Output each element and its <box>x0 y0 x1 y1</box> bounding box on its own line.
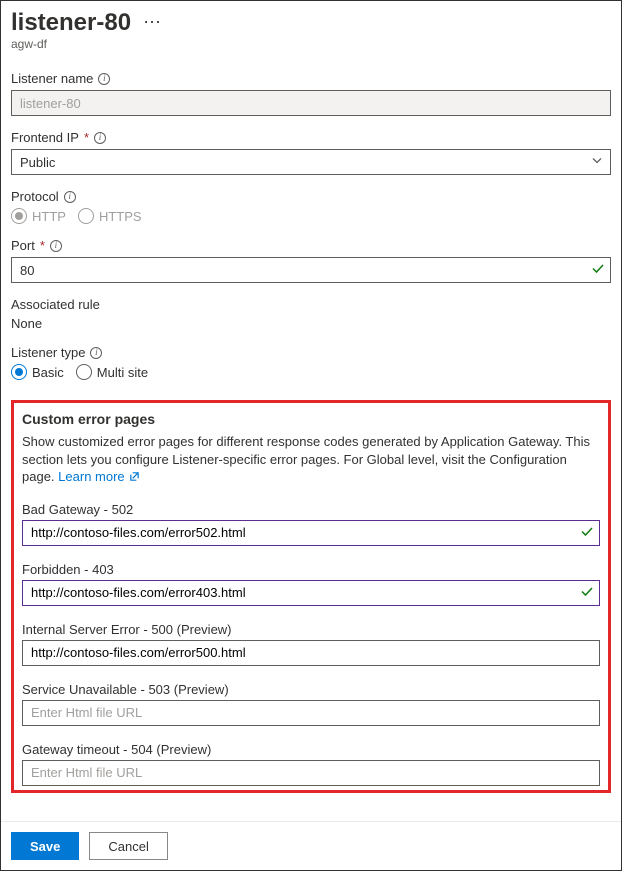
port-label: Port <box>11 238 35 253</box>
protocol-https-radio: HTTPS <box>78 208 142 224</box>
protocol-label: Protocol <box>11 189 59 204</box>
error-page-field: Forbidden - 403 <box>22 562 600 606</box>
listener-name-label: Listener name <box>11 71 93 86</box>
custom-error-pages-section: Custom error pages Show customized error… <box>11 400 611 793</box>
info-icon[interactable]: i <box>50 240 62 252</box>
error-page-field: Gateway timeout - 504 (Preview) <box>22 742 600 786</box>
info-icon[interactable]: i <box>90 347 102 359</box>
learn-more-link[interactable]: Learn more <box>58 468 139 486</box>
associated-rule-label: Associated rule <box>11 297 100 312</box>
error-page-url-input[interactable] <box>22 700 600 726</box>
custom-error-heading: Custom error pages <box>22 411 600 427</box>
more-icon[interactable]: ··· <box>143 12 161 30</box>
error-page-label: Bad Gateway - 502 <box>22 502 600 517</box>
cancel-button[interactable]: Cancel <box>89 832 167 860</box>
page-title: listener-80 <box>11 9 131 37</box>
frontend-ip-select[interactable]: Public <box>11 149 611 175</box>
error-page-label: Forbidden - 403 <box>22 562 600 577</box>
error-page-url-input[interactable] <box>22 760 600 786</box>
error-page-url-input[interactable] <box>22 580 600 606</box>
external-link-icon <box>129 471 140 482</box>
info-icon[interactable]: i <box>64 191 76 203</box>
required-marker: * <box>84 130 89 145</box>
error-page-label: Gateway timeout - 504 (Preview) <box>22 742 600 757</box>
listener-type-basic-radio[interactable]: Basic <box>11 364 64 380</box>
error-page-field: Bad Gateway - 502 <box>22 502 600 546</box>
info-icon[interactable]: i <box>94 132 106 144</box>
listener-type-multi-radio[interactable]: Multi site <box>76 364 148 380</box>
info-icon[interactable]: i <box>98 73 110 85</box>
error-page-field: Internal Server Error - 500 (Preview) <box>22 622 600 666</box>
required-marker: * <box>40 238 45 253</box>
error-page-field: Service Unavailable - 503 (Preview) <box>22 682 600 726</box>
port-input[interactable] <box>11 257 611 283</box>
error-page-url-input[interactable] <box>22 640 600 666</box>
save-button[interactable]: Save <box>11 832 79 860</box>
resource-subtitle: agw-df <box>11 37 611 51</box>
error-page-url-input[interactable] <box>22 520 600 546</box>
listener-name-input <box>11 90 611 116</box>
associated-rule-value: None <box>11 316 611 331</box>
frontend-ip-label: Frontend IP <box>11 130 79 145</box>
error-page-label: Service Unavailable - 503 (Preview) <box>22 682 600 697</box>
error-page-label: Internal Server Error - 500 (Preview) <box>22 622 600 637</box>
listener-type-label: Listener type <box>11 345 85 360</box>
protocol-http-radio: HTTP <box>11 208 66 224</box>
